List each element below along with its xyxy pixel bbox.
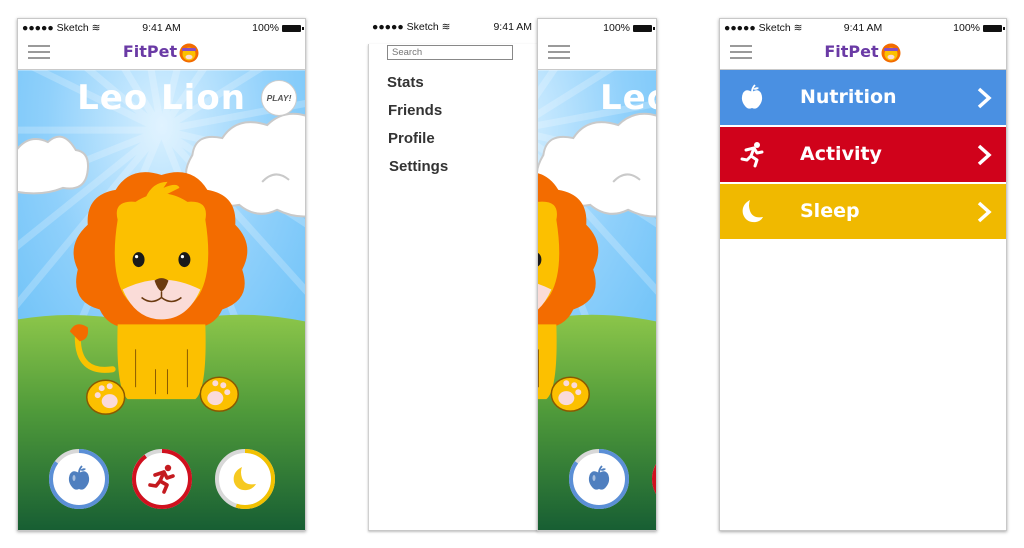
category-row-activity[interactable]: Activity xyxy=(720,127,1006,182)
activity-progress-ring[interactable] xyxy=(651,448,657,510)
pet-scene: Leo Lion PLAY! xyxy=(18,70,305,530)
menu-item-settings[interactable]: Settings xyxy=(389,158,448,175)
app-header xyxy=(538,37,656,70)
app-header: FitPet xyxy=(18,37,305,70)
menu-item-profile[interactable]: Profile xyxy=(388,130,435,147)
side-menu-drawer: Stats Friends Profile Settings xyxy=(368,44,538,531)
apple-icon xyxy=(741,84,763,109)
pet-name-partial: Leo xyxy=(600,78,656,118)
running-person-icon xyxy=(740,142,764,168)
categories-screen: ●●●●● Sketch ≋ 9:41 AM 100% FitPet Nutri… xyxy=(719,18,1007,531)
category-row-nutrition[interactable]: Nutrition xyxy=(720,70,1006,125)
ring-progress-arc xyxy=(652,449,656,509)
category-label: Activity xyxy=(800,143,882,165)
status-bar: ●●●●● Sketch ≋ 9:41 AM xyxy=(372,21,532,33)
nutrition-progress-ring[interactable] xyxy=(48,448,110,510)
battery-percent: 100% xyxy=(953,22,980,34)
menu-item-stats[interactable]: Stats xyxy=(387,74,424,91)
play-button[interactable]: PLAY! xyxy=(261,80,297,116)
category-row-sleep[interactable]: Sleep xyxy=(720,184,1006,239)
status-bar: ●●●●● Sketch ≋ 9:41 AM 100% xyxy=(720,19,1006,37)
category-label: Nutrition xyxy=(800,86,897,108)
status-bar: ●●●●● Sketch ≋ 9:41 AM 100% xyxy=(18,19,305,37)
wifi-icon: ≋ xyxy=(441,21,451,33)
lion-face-icon xyxy=(881,43,901,62)
search-input[interactable] xyxy=(387,45,513,60)
battery-icon xyxy=(282,24,304,32)
battery-percent: 100% xyxy=(603,22,630,34)
battery-icon xyxy=(633,24,655,32)
battery-icon xyxy=(983,24,1005,32)
chevron-right-icon xyxy=(977,144,992,166)
hamburger-menu-icon[interactable] xyxy=(548,45,570,61)
crescent-moon-icon xyxy=(742,200,763,223)
lion-face-icon xyxy=(179,43,199,62)
status-time: 9:41 AM xyxy=(493,21,532,33)
nutrition-progress-ring[interactable] xyxy=(568,448,630,510)
chevron-right-icon xyxy=(977,201,992,223)
progress-rings xyxy=(18,448,305,512)
app-header: FitPet xyxy=(720,37,1006,70)
slid-home-screen[interactable]: 100% Leo xyxy=(537,18,657,531)
app-logo: FitPet xyxy=(720,42,1006,63)
app-name: FitPet xyxy=(824,42,879,61)
chevron-right-icon xyxy=(977,87,992,109)
app-logo: FitPet xyxy=(18,42,305,63)
sleep-progress-ring[interactable] xyxy=(214,448,276,510)
home-screen: ●●●●● Sketch ≋ 9:41 AM 100% FitPet Leo L… xyxy=(17,18,306,531)
pet-scene-partial: Leo xyxy=(538,70,656,530)
app-name: FitPet xyxy=(122,42,178,61)
menu-item-friends[interactable]: Friends xyxy=(388,102,442,119)
category-label: Sleep xyxy=(800,200,860,222)
battery-percent: 100% xyxy=(252,22,279,34)
activity-progress-ring[interactable] xyxy=(131,448,193,510)
carrier-label: ●●●●● Sketch xyxy=(372,21,439,33)
